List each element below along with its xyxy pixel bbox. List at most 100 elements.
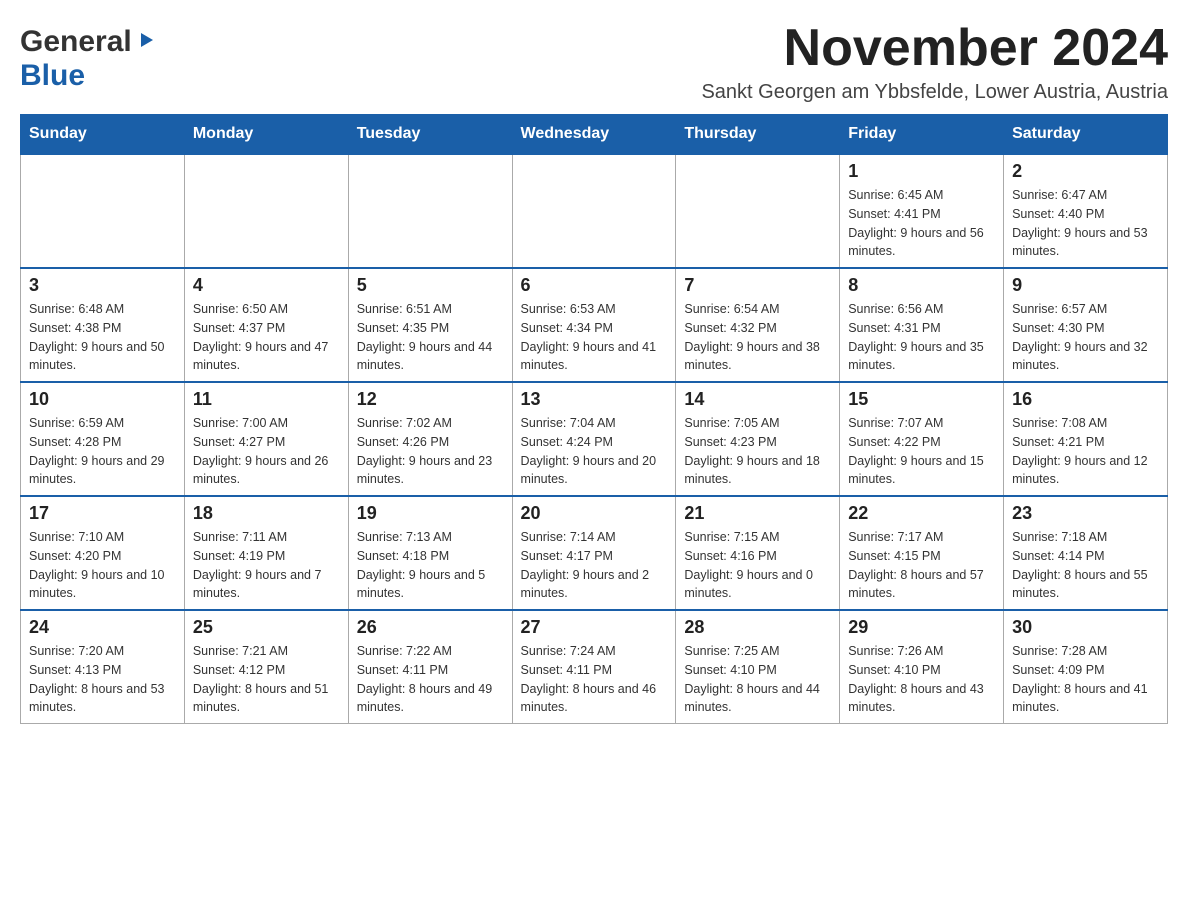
calendar-cell: 11 Sunrise: 7:00 AMSunset: 4:27 PMDayligh… xyxy=(184,382,348,496)
calendar-cell: 20 Sunrise: 7:14 AMSunset: 4:17 PMDayligh… xyxy=(512,496,676,610)
calendar-week-row-4: 24Sunrise: 7:20 AMSunset: 4:13 PMDayligh… xyxy=(21,610,1168,724)
calendar-cell: 6 Sunrise: 6:53 AMSunset: 4:34 PMDaylight… xyxy=(512,268,676,382)
day-info: Sunrise: 7:14 AMSunset: 4:17 PMDaylight:… xyxy=(521,528,668,603)
calendar-cell: 12 Sunrise: 7:02 AMSunset: 4:26 PMDayligh… xyxy=(348,382,512,496)
day-info: Sunrise: 6:56 AMSunset: 4:31 PMDaylight:… xyxy=(848,300,995,375)
title-area: November 2024 Sankt Georgen am Ybbsfelde… xyxy=(701,20,1168,104)
day-number: 17 xyxy=(29,503,176,524)
day-number: 27 xyxy=(521,617,668,638)
day-number: 21 xyxy=(684,503,831,524)
calendar-cell: 18 Sunrise: 7:11 AMSunset: 4:19 PMDayligh… xyxy=(184,496,348,610)
day-info: Sunrise: 6:47 AMSunset: 4:40 PMDaylight:… xyxy=(1012,186,1159,261)
day-number: 4 xyxy=(193,275,340,296)
calendar-cell: 29 Sunrise: 7:26 AMSunset: 4:10 PMDayligh… xyxy=(840,610,1004,724)
day-info: Sunrise: 7:24 AMSunset: 4:11 PMDaylight:… xyxy=(521,642,668,717)
day-number: 20 xyxy=(521,503,668,524)
calendar-cell: 2 Sunrise: 6:47 AMSunset: 4:40 PMDaylight… xyxy=(1004,154,1168,268)
calendar-week-row-0: 1 Sunrise: 6:45 AMSunset: 4:41 PMDaylight… xyxy=(21,154,1168,268)
calendar-cell xyxy=(184,154,348,268)
day-number: 12 xyxy=(357,389,504,410)
calendar-cell: 23 Sunrise: 7:18 AMSunset: 4:14 PMDayligh… xyxy=(1004,496,1168,610)
day-number: 19 xyxy=(357,503,504,524)
calendar-week-row-3: 17 Sunrise: 7:10 AMSunset: 4:20 PMDayligh… xyxy=(21,496,1168,610)
calendar-cell: 1 Sunrise: 6:45 AMSunset: 4:41 PMDaylight… xyxy=(840,154,1004,268)
weekday-header-thursday: Thursday xyxy=(676,115,840,155)
day-info: Sunrise: 7:00 AMSunset: 4:27 PMDaylight:… xyxy=(193,414,340,489)
day-number: 8 xyxy=(848,275,995,296)
day-number: 24 xyxy=(29,617,176,638)
weekday-header-friday: Friday xyxy=(840,115,1004,155)
day-number: 18 xyxy=(193,503,340,524)
day-info: Sunrise: 6:50 AMSunset: 4:37 PMDaylight:… xyxy=(193,300,340,375)
day-info: Sunrise: 7:05 AMSunset: 4:23 PMDaylight:… xyxy=(684,414,831,489)
day-info: Sunrise: 6:53 AMSunset: 4:34 PMDaylight:… xyxy=(521,300,668,375)
calendar-cell: 27 Sunrise: 7:24 AMSunset: 4:11 PMDayligh… xyxy=(512,610,676,724)
day-info: Sunrise: 7:07 AMSunset: 4:22 PMDaylight:… xyxy=(848,414,995,489)
day-info: Sunrise: 7:28 AMSunset: 4:09 PMDaylight:… xyxy=(1012,642,1159,717)
calendar-week-row-1: 3 Sunrise: 6:48 AMSunset: 4:38 PMDaylight… xyxy=(21,268,1168,382)
day-number: 7 xyxy=(684,275,831,296)
calendar-cell xyxy=(676,154,840,268)
day-info: Sunrise: 7:15 AMSunset: 4:16 PMDaylight:… xyxy=(684,528,831,603)
day-number: 15 xyxy=(848,389,995,410)
month-title: November 2024 xyxy=(701,20,1168,77)
calendar-cell xyxy=(512,154,676,268)
day-number: 3 xyxy=(29,275,176,296)
day-info: Sunrise: 7:08 AMSunset: 4:21 PMDaylight:… xyxy=(1012,414,1159,489)
day-info: Sunrise: 7:17 AMSunset: 4:15 PMDaylight:… xyxy=(848,528,995,603)
day-number: 23 xyxy=(1012,503,1159,524)
day-number: 22 xyxy=(848,503,995,524)
day-number: 29 xyxy=(848,617,995,638)
location-subtitle: Sankt Georgen am Ybbsfelde, Lower Austri… xyxy=(701,81,1168,104)
calendar-cell: 28 Sunrise: 7:25 AMSunset: 4:10 PMDayligh… xyxy=(676,610,840,724)
calendar-cell: 5Sunrise: 6:51 AMSunset: 4:35 PMDaylight… xyxy=(348,268,512,382)
weekday-header-saturday: Saturday xyxy=(1004,115,1168,155)
day-number: 26 xyxy=(357,617,504,638)
calendar-cell: 4 Sunrise: 6:50 AMSunset: 4:37 PMDaylight… xyxy=(184,268,348,382)
day-info: Sunrise: 6:45 AMSunset: 4:41 PMDaylight:… xyxy=(848,186,995,261)
logo-arrow-icon xyxy=(135,29,157,56)
logo-blue-text: Blue xyxy=(20,59,85,93)
day-info: Sunrise: 7:18 AMSunset: 4:14 PMDaylight:… xyxy=(1012,528,1159,603)
calendar-cell: 3 Sunrise: 6:48 AMSunset: 4:38 PMDaylight… xyxy=(21,268,185,382)
day-number: 16 xyxy=(1012,389,1159,410)
calendar-cell: 22 Sunrise: 7:17 AMSunset: 4:15 PMDayligh… xyxy=(840,496,1004,610)
day-info: Sunrise: 6:48 AMSunset: 4:38 PMDaylight:… xyxy=(29,300,176,375)
weekday-header-monday: Monday xyxy=(184,115,348,155)
day-number: 6 xyxy=(521,275,668,296)
day-info: Sunrise: 6:59 AMSunset: 4:28 PMDaylight:… xyxy=(29,414,176,489)
day-info: Sunrise: 6:54 AMSunset: 4:32 PMDaylight:… xyxy=(684,300,831,375)
day-number: 1 xyxy=(848,161,995,182)
calendar-cell xyxy=(21,154,185,268)
weekday-header-sunday: Sunday xyxy=(21,115,185,155)
calendar-cell: 24Sunrise: 7:20 AMSunset: 4:13 PMDayligh… xyxy=(21,610,185,724)
day-info: Sunrise: 7:25 AMSunset: 4:10 PMDaylight:… xyxy=(684,642,831,717)
calendar-week-row-2: 10 Sunrise: 6:59 AMSunset: 4:28 PMDayligh… xyxy=(21,382,1168,496)
calendar-cell: 25Sunrise: 7:21 AMSunset: 4:12 PMDayligh… xyxy=(184,610,348,724)
day-info: Sunrise: 7:02 AMSunset: 4:26 PMDaylight:… xyxy=(357,414,504,489)
day-info: Sunrise: 7:10 AMSunset: 4:20 PMDaylight:… xyxy=(29,528,176,603)
header: General Blue November 2024 Sankt Georgen… xyxy=(20,20,1168,104)
day-info: Sunrise: 7:04 AMSunset: 4:24 PMDaylight:… xyxy=(521,414,668,489)
calendar-table: SundayMondayTuesdayWednesdayThursdayFrid… xyxy=(20,114,1168,724)
day-info: Sunrise: 6:57 AMSunset: 4:30 PMDaylight:… xyxy=(1012,300,1159,375)
day-number: 11 xyxy=(193,389,340,410)
day-info: Sunrise: 7:11 AMSunset: 4:19 PMDaylight:… xyxy=(193,528,340,603)
day-info: Sunrise: 7:26 AMSunset: 4:10 PMDaylight:… xyxy=(848,642,995,717)
day-number: 10 xyxy=(29,389,176,410)
calendar-cell: 10 Sunrise: 6:59 AMSunset: 4:28 PMDayligh… xyxy=(21,382,185,496)
calendar-cell: 26Sunrise: 7:22 AMSunset: 4:11 PMDayligh… xyxy=(348,610,512,724)
day-number: 30 xyxy=(1012,617,1159,638)
weekday-header-tuesday: Tuesday xyxy=(348,115,512,155)
day-info: Sunrise: 7:13 AMSunset: 4:18 PMDaylight:… xyxy=(357,528,504,603)
day-number: 2 xyxy=(1012,161,1159,182)
weekday-header-row: SundayMondayTuesdayWednesdayThursdayFrid… xyxy=(21,115,1168,155)
logo-general-text: General xyxy=(20,25,132,59)
calendar-cell xyxy=(348,154,512,268)
calendar-cell: 19 Sunrise: 7:13 AMSunset: 4:18 PMDayligh… xyxy=(348,496,512,610)
calendar-cell: 14Sunrise: 7:05 AMSunset: 4:23 PMDayligh… xyxy=(676,382,840,496)
calendar-cell: 7 Sunrise: 6:54 AMSunset: 4:32 PMDaylight… xyxy=(676,268,840,382)
calendar-cell: 15 Sunrise: 7:07 AMSunset: 4:22 PMDayligh… xyxy=(840,382,1004,496)
day-number: 28 xyxy=(684,617,831,638)
day-info: Sunrise: 7:21 AMSunset: 4:12 PMDaylight:… xyxy=(193,642,340,717)
